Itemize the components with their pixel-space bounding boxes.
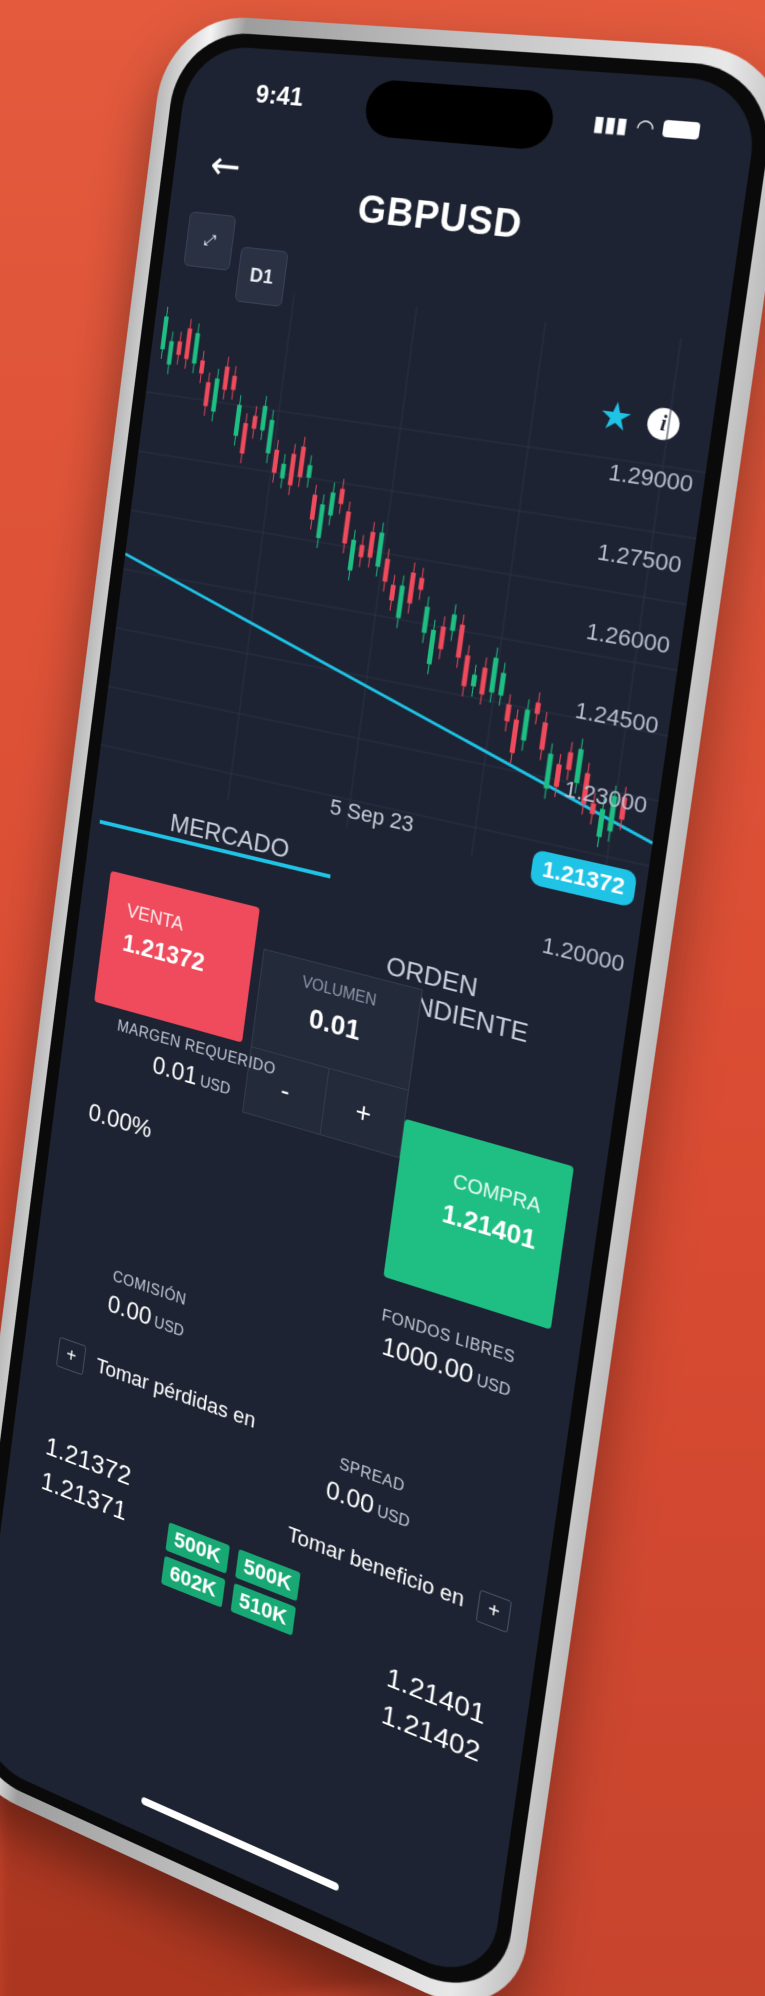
candle-body: [421, 606, 430, 634]
candle-body: [449, 614, 458, 632]
candle-body: [498, 672, 507, 696]
candle-body: [504, 703, 512, 722]
candle-body: [309, 494, 318, 521]
candle-body: [203, 381, 211, 407]
candle-body: [438, 626, 447, 650]
sell-button[interactable]: VENTA 1.21372: [94, 870, 260, 1043]
take-profit-add-button[interactable]: +: [475, 1589, 512, 1634]
candle-body: [479, 667, 488, 695]
status-time: 9:41: [254, 78, 306, 112]
bid-quotes: 1.21372 1.21371: [39, 1428, 133, 1530]
phone-mockup: 9:41 ▮▮▮ ◠ ← GBPUSD ⤢ D1 ★ i 1.29000 1.2…: [0, 12, 765, 1996]
spread: SPREAD 0.00USD: [324, 1453, 415, 1535]
candle-body: [348, 540, 357, 572]
candle-body: [259, 405, 268, 431]
candle-body: [315, 504, 326, 539]
candle-body: [184, 328, 193, 360]
candle-body: [543, 753, 554, 790]
background: 9:41 ▮▮▮ ◠ ← GBPUSD ⤢ D1 ★ i 1.29000 1.2…: [0, 0, 765, 1996]
candle-body: [375, 532, 385, 568]
candle-body: [222, 366, 230, 391]
candle-body: [239, 422, 249, 454]
candle-body: [382, 558, 391, 582]
candle-body: [455, 624, 466, 659]
candle-body: [395, 585, 405, 619]
candle-body: [470, 674, 478, 687]
candle-body: [287, 453, 297, 486]
candle-body: [488, 657, 499, 693]
tab-market[interactable]: MERCADO: [168, 808, 291, 866]
candle-body: [565, 751, 574, 771]
spread-unit: USD: [375, 1503, 411, 1532]
candle-body: [426, 629, 437, 665]
grid-line: [228, 292, 295, 800]
candle-body: [210, 378, 220, 412]
commission-unit: USD: [153, 1314, 185, 1341]
candle-body: [358, 544, 365, 558]
candle-body: [306, 464, 313, 479]
volume-stepper: VOLUMEN 0.01 - +: [242, 948, 423, 1159]
candle-body: [461, 654, 471, 687]
candle-body: [338, 488, 346, 505]
candle-body: [418, 577, 425, 591]
free-funds: FONDOS LIBRES 1000.00USD: [376, 1307, 516, 1403]
signal-icon: ▮▮▮: [591, 110, 630, 139]
candle-body: [520, 709, 531, 742]
candle-body: [534, 702, 541, 715]
grid-line: [472, 322, 546, 856]
candle-body: [327, 492, 336, 516]
candle-body: [297, 446, 307, 478]
candle-body: [166, 340, 174, 365]
candle-body: [233, 404, 242, 437]
stop-loss-add-button[interactable]: +: [55, 1336, 87, 1376]
candle-body: [279, 463, 287, 479]
commission: COMISIÓN 0.00USD: [106, 1268, 189, 1343]
free-funds-unit: USD: [475, 1372, 512, 1401]
ask-quotes: 1.21401 1.21402: [379, 1658, 488, 1772]
candle-body: [230, 375, 238, 391]
candle-body: [265, 419, 275, 454]
margin-percent: 0.00%: [87, 1096, 154, 1144]
stop-loss-row: + Tomar pérdidas en: [55, 1336, 258, 1437]
candle-body: [191, 332, 201, 364]
candle-body: [553, 763, 562, 788]
candle-body: [509, 719, 520, 754]
candle-body: [198, 360, 206, 374]
candle-body: [388, 584, 396, 601]
stop-loss-label: Tomar pérdidas en: [94, 1352, 258, 1433]
candle-body: [176, 341, 183, 356]
buy-button[interactable]: COMPRA 1.21401: [383, 1118, 574, 1330]
candle-body: [251, 415, 258, 430]
wifi-icon: ◠: [634, 113, 657, 141]
grid-line: [347, 307, 417, 828]
candle-body: [160, 316, 169, 350]
battery-icon: [661, 119, 701, 140]
candle-body: [539, 722, 549, 751]
margin-unit: USD: [199, 1073, 232, 1099]
candle-body: [271, 449, 280, 474]
status-icons: ▮▮▮ ◠: [592, 110, 702, 144]
trade-panel: VENTA 1.21372 VOLUMEN 0.01 - + COMPRA 1.…: [0, 864, 630, 1772]
candle-body: [407, 572, 416, 604]
volume-increase-button[interactable]: +: [319, 1067, 409, 1159]
expand-icon[interactable]: ⤢: [183, 211, 237, 271]
candle-body: [367, 531, 376, 558]
candle-body: [342, 511, 352, 544]
